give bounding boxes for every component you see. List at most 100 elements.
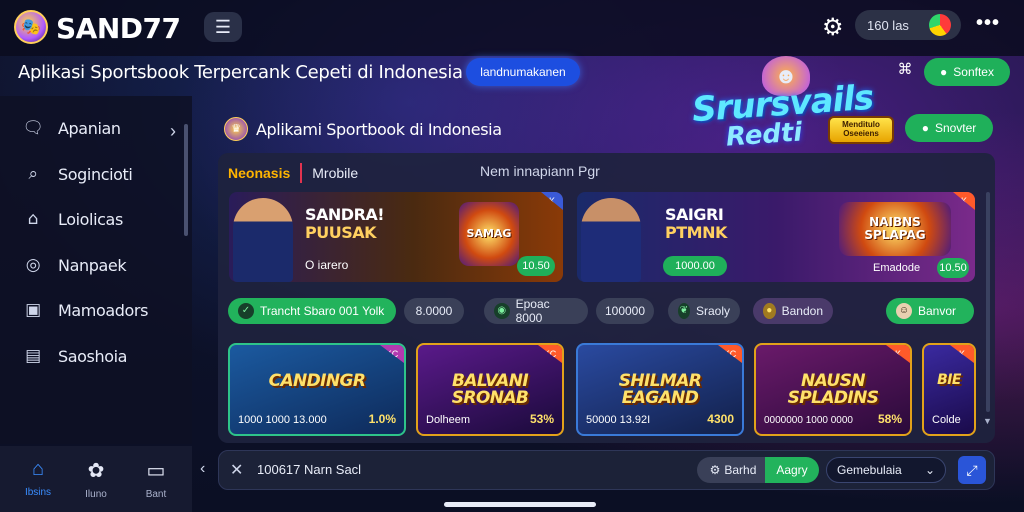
chip-banvor[interactable]: ☺ Banvor <box>886 298 974 324</box>
document-icon: ▣ <box>25 300 41 320</box>
chip-label: 8.0000 <box>415 304 453 318</box>
game-card-corner: KC <box>718 345 742 363</box>
banner-title-line-1: SANDRA! <box>305 205 385 224</box>
expand-icon[interactable]: ⤢ <box>958 456 986 484</box>
section-logo-icon: ♛ <box>224 117 248 141</box>
panel-hint: Nem innapiann Pgr <box>480 163 600 179</box>
chip-sraoly[interactable]: ❦ Sraoly <box>668 298 740 324</box>
promo-banner-1[interactable]: SANDRA! PUUSAK O iarero SAMAG 10.50 K <box>229 192 563 282</box>
sidebar-item-label: Loiolicas <box>58 209 123 229</box>
nav-home-label: Ibsins <box>24 487 52 498</box>
chevron-right-icon[interactable]: › <box>170 121 176 142</box>
gift-icon[interactable]: ⌘ <box>894 60 916 82</box>
chip-trancht[interactable]: ✓ Trancht Sbaro 001 Yolk <box>228 298 396 324</box>
more-options-icon[interactable]: ••• <box>976 12 1000 35</box>
player-image <box>233 198 293 282</box>
sidebar-item-mamoadors[interactable]: ▣ Mamoadors <box>22 300 148 320</box>
chip-label: 100000 <box>604 304 646 318</box>
coin-icon <box>929 14 951 36</box>
balance-value: 160 las <box>867 17 909 33</box>
hamburger-menu-button[interactable]: ☰ <box>204 12 242 42</box>
avatar-icon: ☺ <box>896 303 912 319</box>
sidebar-scrollbar[interactable] <box>184 124 188 236</box>
game-card-percent: 4300 <box>707 412 734 426</box>
bottom-bar-text: 100617 Narn Sacl <box>257 462 362 477</box>
nav-apps[interactable]: ✿ Iluno <box>68 458 124 500</box>
game-card-2[interactable]: BALVANI SRONAB Dolheem 53% KC <box>416 343 564 436</box>
chip-label: Bandon <box>781 304 823 318</box>
home-indicator[interactable] <box>444 502 596 507</box>
banner-badge[interactable]: 10.50 <box>517 256 555 276</box>
game-card-meta: 0000000 1000 0000 <box>764 415 853 426</box>
section-title-text: Aplikami Sportbook di Indonesia <box>256 119 502 139</box>
section-title: ♛ Aplikami Sportbook di Indonesia <box>224 117 502 141</box>
chip-label: Banvor <box>918 304 957 318</box>
sidebar-item-nanpaek[interactable]: ◎ Nanpaek <box>22 255 127 275</box>
banner-badge[interactable]: 10.50 <box>937 258 969 278</box>
tab-divider <box>300 163 303 183</box>
bottom-bar-button-aagry[interactable]: Aagry <box>765 457 819 483</box>
tagline: Aplikasi Sportsbook Terpercank Cepeti di… <box>18 62 463 83</box>
hero-button-snovter[interactable]: ● Snovter <box>905 114 993 142</box>
game-card-title: CANDINGR <box>268 371 366 391</box>
sidebar-item-sogincioti[interactable]: ⌕ Sogincioti <box>22 164 132 184</box>
game-card-4[interactable]: NAUSN SPLADINS 0000000 1000 0000 58% K <box>754 343 912 436</box>
chip-value-2[interactable]: 100000 <box>596 298 654 324</box>
hero-button-label: Sonftex <box>953 65 994 79</box>
close-icon[interactable]: ✕ <box>230 460 243 480</box>
game-card-corner: KC <box>538 345 562 363</box>
hero-banner[interactable]: ☻ Srursvails Redti Menditulo Oseeiens <box>652 56 916 158</box>
bottom-bar-button-barhd[interactable]: ⚙ Barhd <box>697 457 769 483</box>
player-image <box>581 198 641 282</box>
game-card-meta: 50000 13.92I <box>586 414 651 426</box>
nav-home[interactable]: ⌂ Ibsins <box>10 458 66 498</box>
gear-icon[interactable]: ⚙ <box>822 13 844 42</box>
back-arrow-icon[interactable]: ‹ <box>200 460 205 478</box>
game-card-1[interactable]: CANDINGR 1000 1000 13.000 1.0% KC <box>228 343 406 436</box>
brand-logo-icon[interactable]: 🎭 <box>14 10 48 44</box>
sidebar-item-apanian[interactable]: 🗨 Apanian <box>22 118 121 138</box>
apps-icon: ✿ <box>87 460 105 482</box>
cart-icon: ▭ <box>146 460 166 482</box>
panel-scrollbar[interactable] <box>986 192 990 412</box>
game-card-title: BALVANI SRONAB <box>451 371 529 408</box>
banner-title-line-2: PTMNK <box>665 222 727 242</box>
bottom-bar-select[interactable]: Gemebulaia ⌄ <box>826 457 946 483</box>
chip-value-1[interactable]: 8.0000 <box>404 298 464 324</box>
chip-bandon[interactable]: ● Bandon <box>753 298 833 324</box>
tab-neonasis[interactable]: Neonasis <box>228 165 300 181</box>
game-card-percent: 53% <box>529 412 554 426</box>
hamburger-icon: ☰ <box>214 16 232 37</box>
game-card-meta: Colde <box>932 414 961 426</box>
banner-graphic: NAIBNS SPLAPAG <box>839 202 951 256</box>
globe-icon: ◎ <box>25 255 41 275</box>
hero-button-sonftex[interactable]: ● Sonftex <box>924 58 1010 86</box>
chevron-down-icon: ⌄ <box>924 463 935 477</box>
sidebar-item-label: Mamoadors <box>58 300 149 320</box>
game-card-meta: 1000 1000 13.000 <box>238 414 327 426</box>
game-card-5[interactable]: BIE Colde K <box>922 343 976 436</box>
chat-icon: 🗨 <box>22 118 44 138</box>
gear-icon: ⚙ <box>709 463 721 477</box>
scroll-down-icon[interactable]: ▼ <box>983 416 992 426</box>
tab-mrobile[interactable]: Mrobile <box>312 165 358 181</box>
sidebar-item-loiolicas[interactable]: ⌂ Loiolicas <box>22 209 123 229</box>
chip-label: Epoac 8000 <box>515 297 550 325</box>
folder-icon: ▤ <box>25 346 41 366</box>
banner-graphic: SAMAG <box>459 202 519 266</box>
tagline-button[interactable]: landnumakanen <box>466 58 580 86</box>
promo-banner-2[interactable]: SAIGRI PTMNK 1000.00 NAIBNS SPLAPAG Emado… <box>577 192 975 282</box>
banner-title: SANDRA! PUUSAK <box>305 205 385 241</box>
hero-badge: Menditulo Oseeiens <box>828 116 894 144</box>
chip-epoac[interactable]: ◉ Epoac 8000 <box>484 297 588 325</box>
nav-cart[interactable]: ▭ Bant <box>128 458 184 500</box>
banner-sub-pill[interactable]: 1000.00 <box>663 256 727 276</box>
game-card-title: BIE <box>937 372 961 388</box>
game-card-corner: K <box>950 345 974 363</box>
balance-pill[interactable]: 160 las <box>855 10 961 40</box>
chip-label: Trancht Sbaro 001 Yolk <box>260 304 385 318</box>
game-card-3[interactable]: SHILMAR EAGAND 50000 13.92I 4300 KC <box>576 343 744 436</box>
game-card-title: NAUSN SPLADINS <box>787 371 879 408</box>
sidebar-item-saoshoia[interactable]: ▤ Saoshoia <box>22 346 127 366</box>
hero-subtitle: Redti <box>725 117 804 153</box>
